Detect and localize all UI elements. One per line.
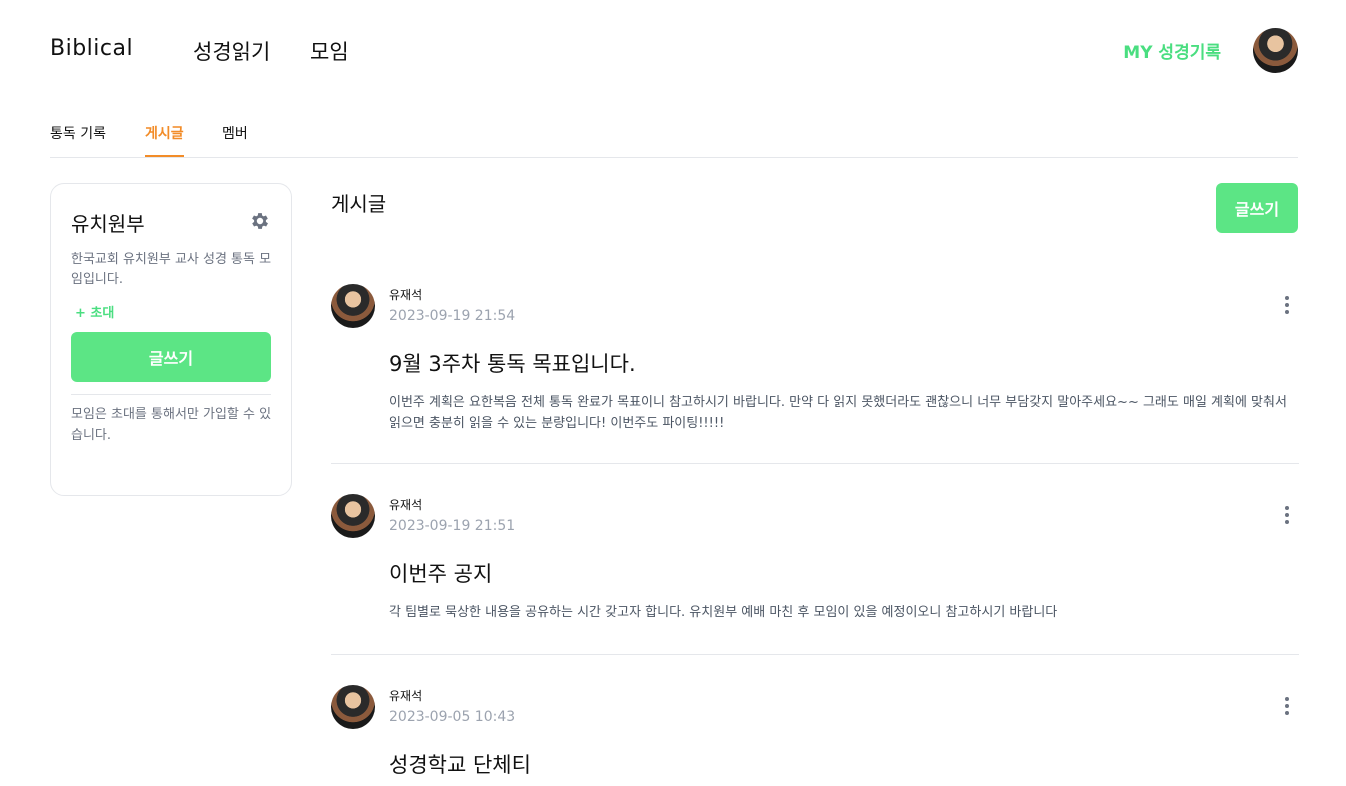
gear-icon[interactable]	[249, 210, 271, 232]
post-title[interactable]: 이번주 공지	[389, 558, 492, 588]
more-options-icon[interactable]	[1277, 504, 1297, 526]
post-date: 2023-09-05 10:43	[389, 709, 516, 725]
tab-posts[interactable]: 게시글	[145, 123, 184, 157]
post-item: 유재석 2023-09-19 21:51 이번주 공지 각 팀별로 묵상한 내용…	[331, 494, 1299, 655]
post-author: 유재석	[389, 288, 423, 302]
tab-members[interactable]: 멤버	[222, 123, 248, 155]
group-tabs: 통독 기록 게시글 멤버	[50, 118, 1298, 158]
top-header: Biblical 성경읽기 모임 MY 성경기록	[0, 0, 1346, 100]
post-author: 유재석	[389, 689, 423, 703]
post-item: 유재석 2023-09-19 21:54 9월 3주차 통독 목표입니다. 이번…	[331, 284, 1299, 464]
group-description: 한국교회 유치원부 교사 성경 통독 모임입니다.	[71, 252, 272, 287]
author-avatar	[331, 494, 375, 538]
write-post-button[interactable]: 글쓰기	[1216, 183, 1298, 233]
post-title[interactable]: 성경학교 단체티	[389, 749, 531, 779]
post-author: 유재석	[389, 498, 423, 512]
invite-button[interactable]: + 초대	[75, 302, 114, 321]
nav-bible-reading[interactable]: 성경읽기	[193, 36, 270, 66]
divider	[71, 394, 271, 395]
group-info-card: 유치원부 한국교회 유치원부 교사 성경 통독 모임입니다. + 초대 글쓰기 …	[50, 183, 292, 496]
posts-heading: 게시글	[331, 192, 387, 216]
group-join-note: 모임은 초대를 통해서만 가입할 수 있습니다.	[71, 407, 272, 443]
post-date: 2023-09-19 21:51	[389, 518, 516, 534]
tab-reading-record[interactable]: 통독 기록	[50, 123, 106, 155]
group-name: 유치원부	[71, 212, 145, 236]
post-body: 이번주 계획은 요한복음 전체 통독 완료가 목표이니 참고하시기 바랍니다. …	[389, 395, 1287, 431]
author-avatar	[331, 284, 375, 328]
my-record-link[interactable]: MY 성경기록	[1123, 38, 1221, 63]
post-body: 각 팀별로 묵상한 내용을 공유하는 시간 갖고자 합니다. 유치원부 예배 마…	[389, 605, 1058, 620]
app-logo[interactable]: Biblical	[50, 36, 133, 61]
user-avatar[interactable]	[1253, 28, 1298, 73]
post-item: 유재석 2023-09-05 10:43 성경학교 단체티	[331, 685, 1299, 786]
post-title[interactable]: 9월 3주차 통독 목표입니다.	[389, 348, 636, 378]
nav-groups[interactable]: 모임	[310, 36, 349, 66]
sidebar-write-button[interactable]: 글쓰기	[71, 332, 271, 382]
author-avatar	[331, 685, 375, 729]
more-options-icon[interactable]	[1277, 294, 1297, 316]
more-options-icon[interactable]	[1277, 695, 1297, 717]
post-date: 2023-09-19 21:54	[389, 308, 516, 324]
